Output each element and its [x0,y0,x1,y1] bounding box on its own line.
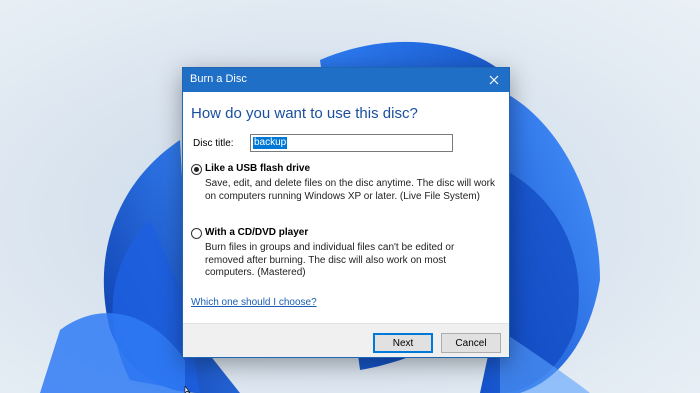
option-title: Like a USB flash drive [205,163,311,174]
option-description: Burn files in groups and individual file… [205,242,455,278]
dialog-footer: Next Cancel [183,323,509,357]
cancel-button[interactable]: Cancel [441,333,501,353]
disc-title-input[interactable]: backup [250,134,453,152]
close-icon [489,75,499,85]
disc-title-value: backup [253,137,288,149]
next-button[interactable]: Next [373,333,433,353]
option-description: Save, edit, and delete files on the disc… [205,178,495,202]
dialog-heading: How do you want to use this disc? [191,105,418,122]
help-link[interactable]: Which one should I choose? [191,297,317,308]
dialog-title: Burn a Disc [190,73,247,85]
option-title: With a CD/DVD player [205,227,309,238]
radio-usb-flash-drive[interactable] [191,164,202,175]
dialog-titlebar[interactable]: Burn a Disc [183,68,509,92]
burn-a-disc-dialog: Burn a Disc How do you want to use this … [182,67,510,358]
mouse-pointer-icon [184,386,191,393]
radio-cd-dvd-player[interactable] [191,228,202,239]
disc-title-label: Disc title: [193,138,234,149]
close-button[interactable] [479,68,509,92]
